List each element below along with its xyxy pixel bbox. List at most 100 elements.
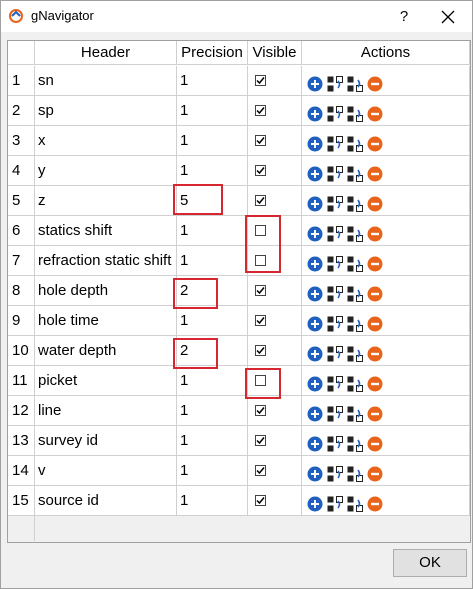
header-cell[interactable]: sn (35, 66, 177, 96)
ok-button[interactable]: OK (393, 549, 467, 577)
remove-icon[interactable] (367, 133, 383, 152)
row-number[interactable]: 11 (8, 366, 35, 396)
move-down-icon[interactable] (347, 373, 363, 392)
move-down-icon[interactable] (347, 313, 363, 332)
header-cell[interactable]: picket (35, 366, 177, 396)
header-cell[interactable]: y (35, 156, 177, 186)
precision-cell[interactable]: 1 (177, 366, 248, 396)
row-number[interactable]: 8 (8, 276, 35, 306)
add-icon[interactable] (307, 463, 323, 482)
row-number[interactable]: 12 (8, 396, 35, 426)
remove-icon[interactable] (367, 403, 383, 422)
add-icon[interactable] (307, 343, 323, 362)
row-number[interactable]: 1 (8, 66, 35, 96)
remove-icon[interactable] (367, 343, 383, 362)
move-down-icon[interactable] (347, 463, 363, 482)
move-up-icon[interactable] (327, 133, 343, 152)
add-icon[interactable] (307, 403, 323, 422)
move-up-icon[interactable] (327, 73, 343, 92)
row-number[interactable]: 2 (8, 96, 35, 126)
row-number[interactable]: 3 (8, 126, 35, 156)
precision-cell[interactable]: 1 (177, 66, 248, 96)
move-down-icon[interactable] (347, 193, 363, 212)
precision-cell[interactable]: 2 (177, 336, 248, 366)
visible-checkbox[interactable] (255, 255, 266, 266)
header-cell[interactable]: water depth (35, 336, 177, 366)
move-down-icon[interactable] (347, 253, 363, 272)
row-number[interactable]: 7 (8, 246, 35, 276)
remove-icon[interactable] (367, 283, 383, 302)
precision-cell[interactable]: 1 (177, 156, 248, 186)
remove-icon[interactable] (367, 73, 383, 92)
visible-checkbox[interactable] (255, 405, 266, 416)
visible-checkbox[interactable] (255, 315, 266, 326)
remove-icon[interactable] (367, 433, 383, 452)
visible-checkbox[interactable] (255, 345, 266, 356)
move-down-icon[interactable] (347, 103, 363, 122)
move-down-icon[interactable] (347, 73, 363, 92)
header-cell[interactable]: v (35, 456, 177, 486)
add-icon[interactable] (307, 373, 323, 392)
precision-cell[interactable]: 1 (177, 456, 248, 486)
row-number[interactable]: 13 (8, 426, 35, 456)
add-icon[interactable] (307, 193, 323, 212)
column-header-actions[interactable]: Actions (302, 41, 470, 65)
precision-cell[interactable]: 1 (177, 306, 248, 336)
precision-cell[interactable]: 1 (177, 96, 248, 126)
move-up-icon[interactable] (327, 433, 343, 452)
precision-cell[interactable]: 2 (177, 276, 248, 306)
header-cell[interactable]: sp (35, 96, 177, 126)
column-header-header[interactable]: Header (35, 41, 177, 65)
add-icon[interactable] (307, 313, 323, 332)
move-down-icon[interactable] (347, 283, 363, 302)
remove-icon[interactable] (367, 463, 383, 482)
precision-cell[interactable]: 1 (177, 486, 248, 516)
remove-icon[interactable] (367, 313, 383, 332)
move-up-icon[interactable] (327, 223, 343, 242)
row-number[interactable]: 6 (8, 216, 35, 246)
remove-icon[interactable] (367, 493, 383, 512)
column-header-precision[interactable]: Precision (177, 41, 248, 65)
add-icon[interactable] (307, 163, 323, 182)
add-icon[interactable] (307, 493, 323, 512)
table-corner[interactable] (8, 41, 35, 65)
visible-checkbox[interactable] (255, 225, 266, 236)
move-up-icon[interactable] (327, 163, 343, 182)
move-down-icon[interactable] (347, 223, 363, 242)
remove-icon[interactable] (367, 253, 383, 272)
precision-cell[interactable]: 1 (177, 126, 248, 156)
row-number[interactable]: 15 (8, 486, 35, 516)
move-down-icon[interactable] (347, 133, 363, 152)
visible-checkbox[interactable] (255, 165, 266, 176)
row-number[interactable]: 4 (8, 156, 35, 186)
precision-cell[interactable]: 1 (177, 216, 248, 246)
column-header-visible[interactable]: Visible (248, 41, 302, 65)
help-button[interactable]: ? (389, 5, 419, 29)
move-down-icon[interactable] (347, 163, 363, 182)
visible-checkbox[interactable] (255, 465, 266, 476)
visible-checkbox[interactable] (255, 495, 266, 506)
header-cell[interactable]: z (35, 186, 177, 216)
visible-checkbox[interactable] (255, 135, 266, 146)
visible-checkbox[interactable] (255, 285, 266, 296)
add-icon[interactable] (307, 103, 323, 122)
header-cell[interactable]: line (35, 396, 177, 426)
header-cell[interactable]: source id (35, 486, 177, 516)
remove-icon[interactable] (367, 163, 383, 182)
move-up-icon[interactable] (327, 403, 343, 422)
visible-checkbox[interactable] (255, 375, 266, 386)
header-cell[interactable]: x (35, 126, 177, 156)
precision-cell[interactable]: 1 (177, 246, 248, 276)
visible-checkbox[interactable] (255, 75, 266, 86)
move-down-icon[interactable] (347, 343, 363, 362)
add-icon[interactable] (307, 133, 323, 152)
visible-checkbox[interactable] (255, 105, 266, 116)
move-up-icon[interactable] (327, 463, 343, 482)
move-down-icon[interactable] (347, 433, 363, 452)
precision-cell[interactable]: 1 (177, 396, 248, 426)
move-up-icon[interactable] (327, 253, 343, 272)
header-cell[interactable]: survey id (35, 426, 177, 456)
row-number[interactable]: 14 (8, 456, 35, 486)
move-up-icon[interactable] (327, 493, 343, 512)
row-number[interactable]: 10 (8, 336, 35, 366)
